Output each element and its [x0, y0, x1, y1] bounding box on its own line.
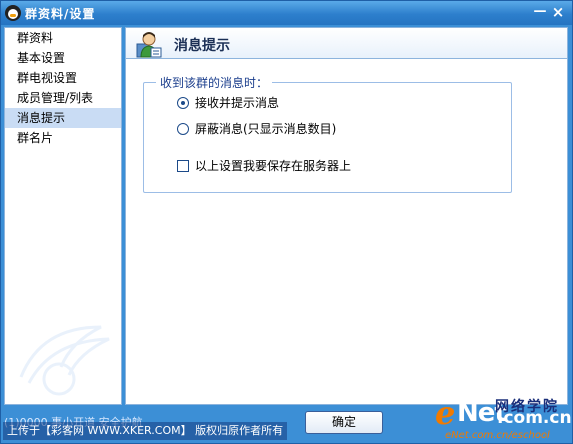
group-settings-window: 群资料/设置 — × 群资料 基本设置 群电视设置 成员管理/列表 消息提示 群… [0, 0, 573, 444]
sidebar-item-group-card[interactable]: 群名片 [5, 128, 121, 148]
qq-penguin-icon [5, 5, 21, 21]
minimize-button[interactable]: — [532, 4, 548, 20]
enet-logo-domain: .com.cn [497, 408, 572, 428]
user-settings-icon [136, 32, 162, 58]
sidebar-item-message-notification[interactable]: 消息提示 [5, 108, 121, 128]
sidebar-item-group-info[interactable]: 群资料 [5, 28, 121, 48]
enet-logo-url: eNet.com.cn/eschool [445, 430, 550, 441]
enet-watermark-logo: e Net 网络学院 .com.cn eNet.com.cn/eschool [435, 394, 572, 443]
title-bar[interactable]: 群资料/设置 — × [1, 1, 572, 25]
enet-logo-e: e [435, 394, 456, 432]
main-panel: 消息提示 收到该群的消息时： 接收并提示消息 屏蔽消息(只显示消息数目) 以上设… [125, 27, 568, 405]
close-button[interactable]: × [550, 4, 566, 20]
sidebar-item-basic-settings[interactable]: 基本设置 [5, 48, 121, 68]
save-on-server-label: 以上设置我要保存在服务器上 [195, 159, 352, 173]
block-messages-label: 屏蔽消息(只显示消息数目) [195, 122, 337, 136]
confirm-button[interactable]: 确定 [305, 411, 383, 434]
radio-unselected-icon [177, 123, 189, 135]
upload-watermark: 上传于【彩客网 WWW.XKER.COM】 版权归原作者所有 [3, 422, 288, 440]
message-options-group: 收到该群的消息时： 接收并提示消息 屏蔽消息(只显示消息数目) 以上设置我要保存… [143, 74, 512, 193]
section-title: 消息提示 [174, 38, 230, 54]
section-header: 消息提示 [126, 28, 567, 59]
checkbox-unchecked-icon [177, 160, 189, 172]
sidebar-item-group-tv-settings[interactable]: 群电视设置 [5, 68, 121, 88]
sidebar-item-member-management[interactable]: 成员管理/列表 [5, 88, 121, 108]
watermark-logo [19, 325, 110, 396]
radio-selected-icon [177, 97, 189, 109]
window-title: 群资料/设置 [25, 7, 96, 21]
group-legend: 收到该群的消息时： [156, 74, 273, 91]
receive-and-notify-label: 接收并提示消息 [195, 96, 280, 110]
